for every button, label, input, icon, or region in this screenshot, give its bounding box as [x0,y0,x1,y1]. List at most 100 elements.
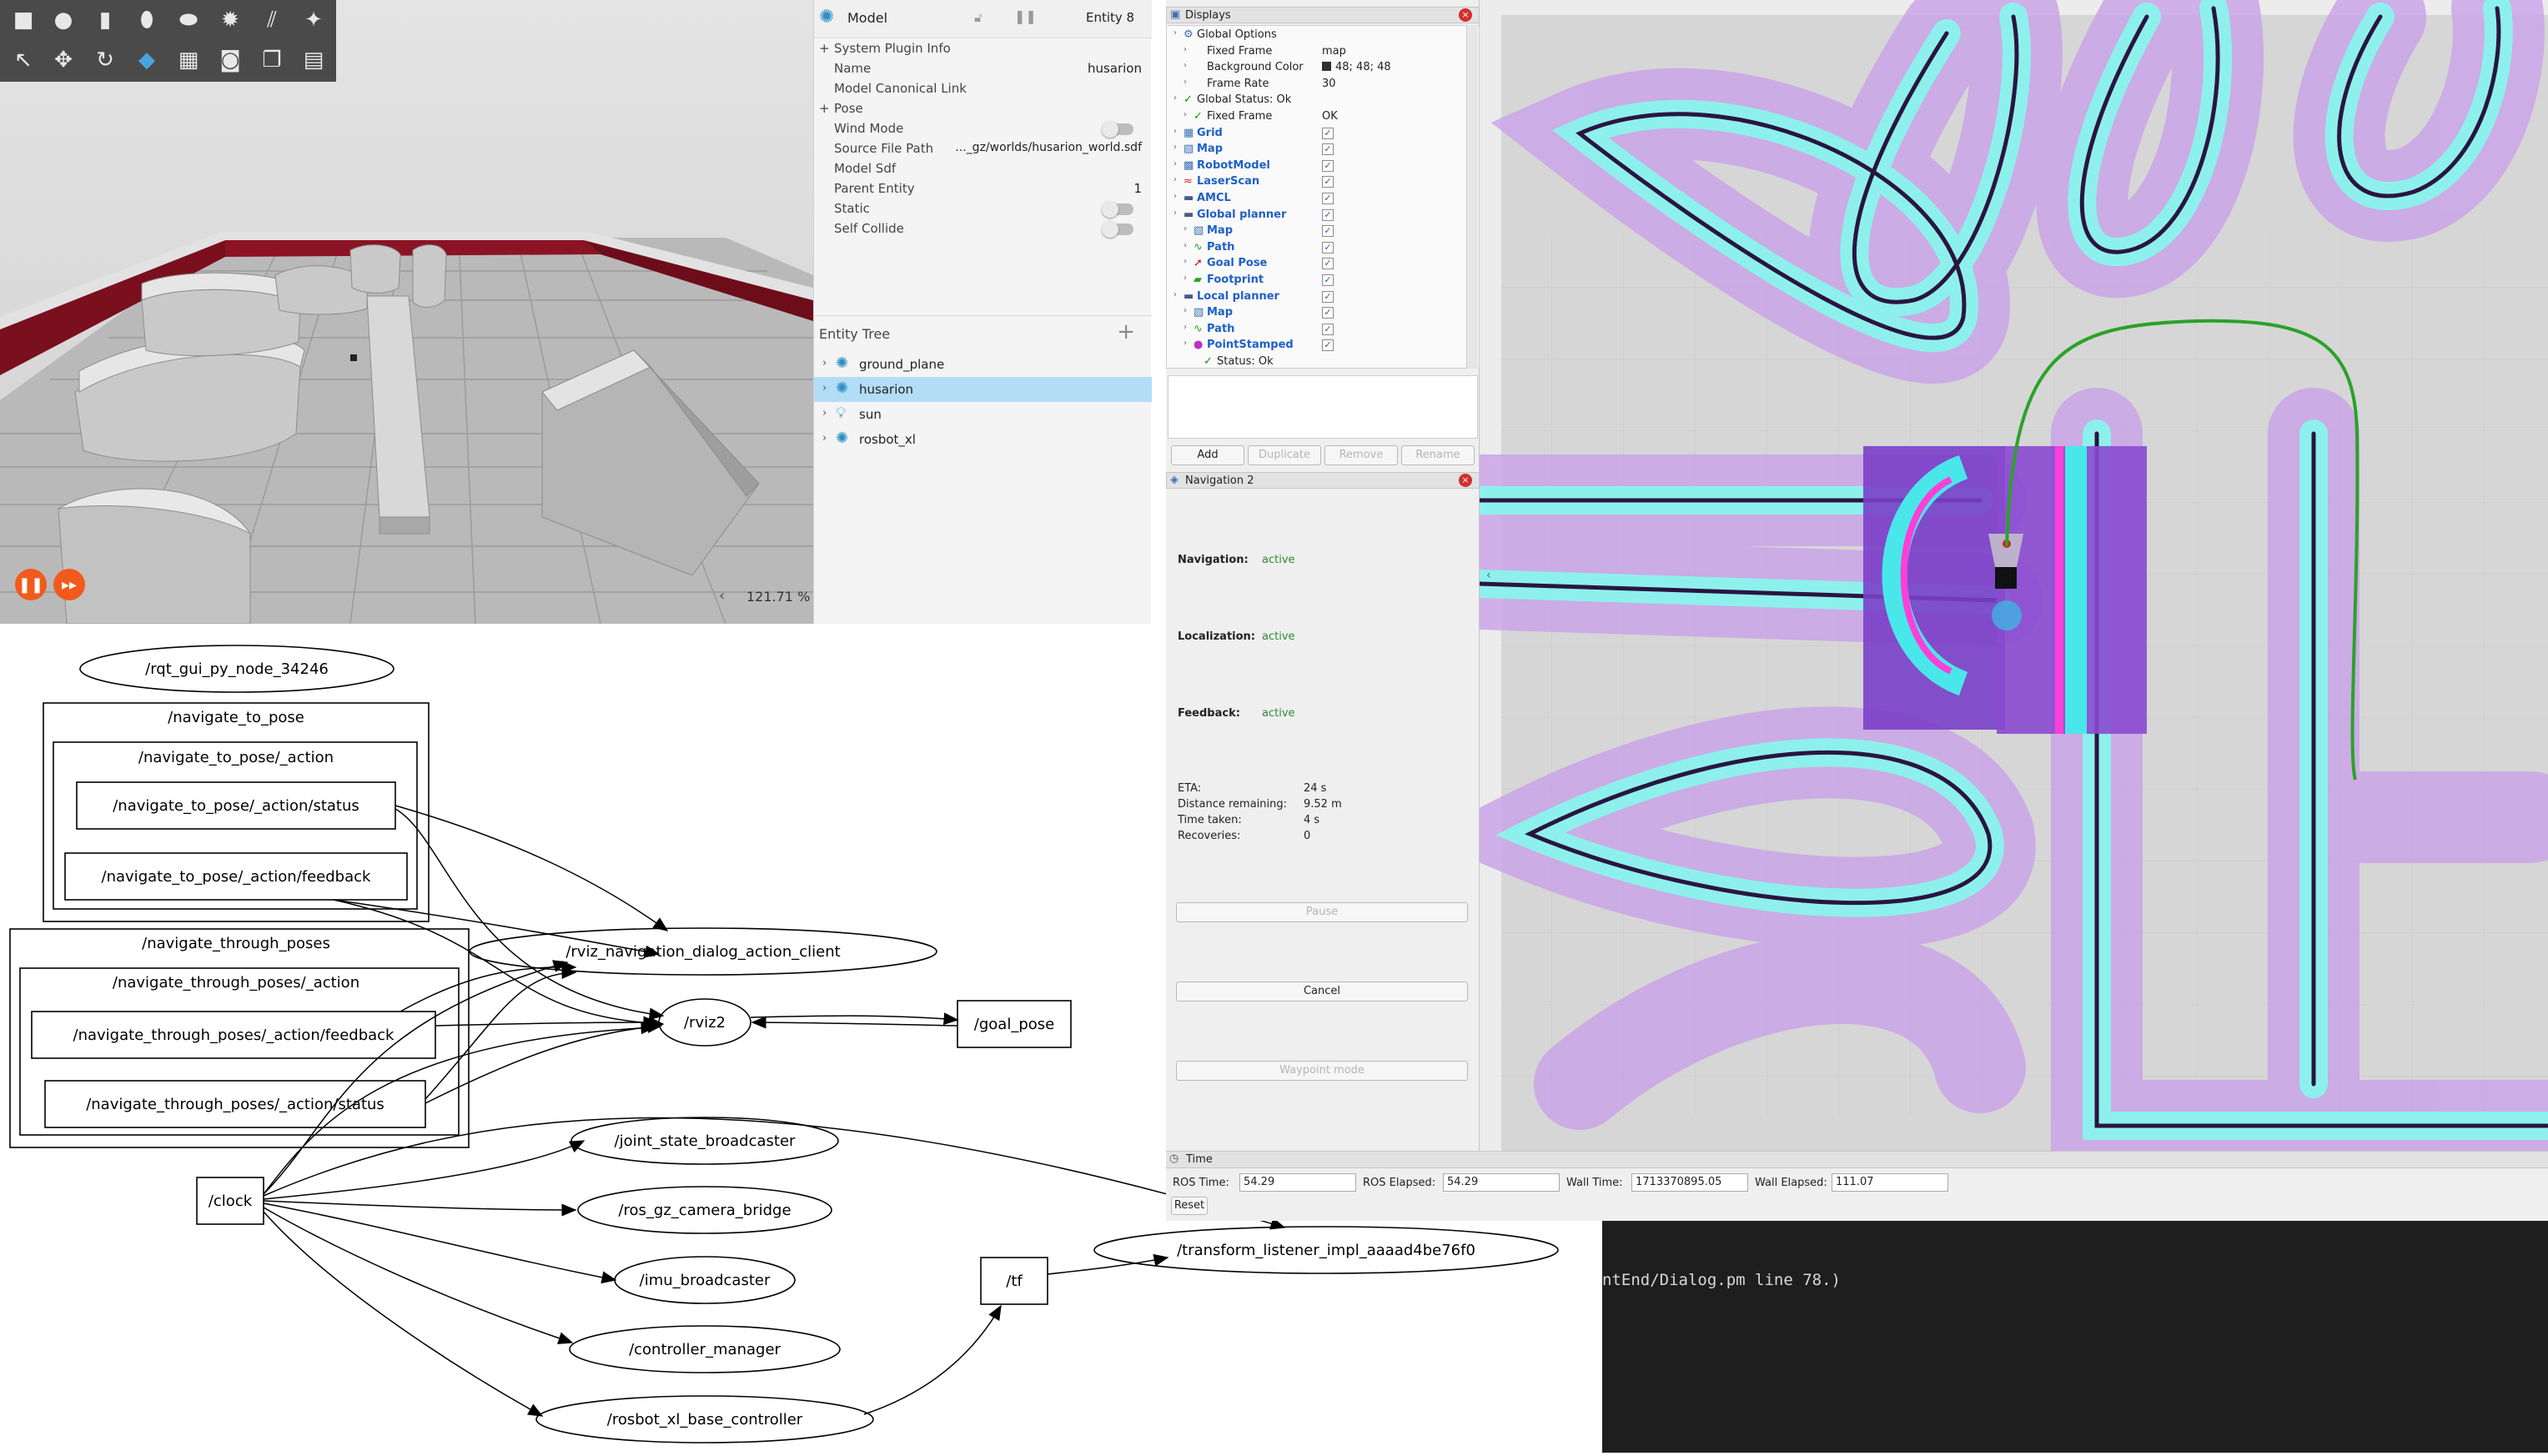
topic-clock[interactable]: /clock [209,1192,253,1210]
pause-icon[interactable]: ❚❚ [1014,8,1037,24]
ellipsoid-icon[interactable]: ⬬ [172,3,205,37]
duplicate-display-button[interactable]: Duplicate [1248,445,1321,465]
display-enable-checkbox[interactable]: ✓ [1322,258,1334,270]
displays-scrollbar[interactable] [1466,25,1478,369]
chevron-right-icon[interactable]: › [1173,175,1177,184]
topic-ntp-status[interactable]: /navigate_to_pose/_action/status [113,797,359,815]
display-value[interactable]: 30 [1322,78,1336,90]
display-value[interactable]: OK [1322,110,1338,123]
display-value[interactable]: 48; 48; 48 [1322,61,1391,73]
display-row[interactable]: › Background Color 48; 48; 48 [1167,60,1467,76]
display-row[interactable]: › ▧ Map ✓ [1167,223,1467,239]
copy-icon[interactable]: ❐ [255,43,289,77]
display-enable-checkbox[interactable]: ✓ [1322,127,1334,139]
chevron-right-icon[interactable]: › [822,432,827,444]
light-icon[interactable]: ✹ [214,3,247,37]
display-row[interactable]: › Fixed Frame map [1167,44,1467,60]
node-joint-state[interactable]: /joint_state_broadcaster [615,1132,796,1150]
ros-elapsed-field[interactable]: 54.29 [1443,1173,1560,1192]
step-button[interactable]: ▸▸ [53,569,85,600]
screenshot-icon[interactable]: ◙ [214,43,247,77]
chevron-right-icon[interactable]: › [1173,143,1177,152]
node-imu[interactable]: /imu_broadcaster [640,1272,771,1289]
waypoint-mode-button[interactable]: Waypoint mode [1176,1061,1468,1081]
translate-icon[interactable]: ✥ [47,43,80,77]
display-enable-checkbox[interactable]: ✓ [1322,274,1334,286]
topic-nthp-feedback[interactable]: /navigate_through_poses/_action/feedback [73,1027,395,1044]
chevron-right-icon[interactable]: › [1173,159,1177,168]
add-entity-icon[interactable]: + [1117,319,1135,344]
display-row[interactable]: ✓ Status: Ok [1167,354,1467,368]
tree-item-rosbot-xl[interactable]: › ✺ rosbot_xl [814,427,1152,452]
tree-item-husarion[interactable]: › ✺ husarion [814,377,1152,402]
chevron-right-icon[interactable]: › [822,357,827,369]
chevron-right-icon[interactable]: › [1173,28,1177,38]
pose-section[interactable]: + Pose [814,98,1152,118]
chevron-right-icon[interactable]: › [1184,339,1187,348]
display-enable-checkbox[interactable]: ✓ [1322,323,1334,335]
select-icon[interactable]: ↖ [7,43,40,77]
chevron-right-icon[interactable]: › [822,407,827,419]
rotate-icon[interactable]: ↻ [88,43,122,77]
gazebo-3d-view[interactable]: ■ ● ▮ ⬮ ⬬ ✹ ⫽ ✦ ↖ ✥ ↻ ◆ ▦ ◙ ❐ ▤ ❚❚ ▸▸ ‹ … [0,0,813,624]
chevron-right-icon[interactable]: › [822,382,827,394]
ros-time-field[interactable]: 54.29 [1239,1173,1356,1192]
tree-item-ground-plane[interactable]: › ✺ ground_plane [814,352,1152,377]
node-base-controller[interactable]: /rosbot_xl_base_controller [607,1411,803,1428]
display-row[interactable]: › ▧ Map ✓ [1167,305,1467,321]
system-plugin-info[interactable]: + System Plugin Info [814,38,1152,58]
chevron-right-icon[interactable]: › [1173,192,1177,201]
pause-navigation-button[interactable]: Pause [1176,902,1468,922]
sphere-icon[interactable]: ● [47,3,80,37]
spotlight-icon[interactable]: ✦ [297,3,330,37]
chevron-right-icon[interactable]: › [1184,110,1187,119]
display-row[interactable]: › ✓ Fixed Frame OK [1167,109,1467,125]
display-row[interactable]: › ➚ Goal Pose ✓ [1167,256,1467,272]
collapse-panel-icon[interactable]: ‹ [1486,569,1491,582]
node-rviz-nav-client[interactable]: /rviz_navigation_dialog_action_client [565,943,840,961]
display-enable-checkbox[interactable]: ✓ [1322,241,1334,254]
directional-light-icon[interactable]: ⫽ [255,3,289,37]
chevron-left-icon[interactable]: ‹ [719,587,725,605]
reset-time-button[interactable]: Reset [1171,1197,1208,1215]
display-row[interactable]: › ∿ Path ✓ [1167,322,1467,338]
display-value[interactable]: map [1322,45,1346,58]
display-enable-checkbox[interactable]: ✓ [1322,339,1334,352]
grid-icon[interactable]: ▦ [172,43,205,77]
tree-item-sun[interactable]: › 💡︎ sun [814,402,1152,427]
display-row[interactable]: › ▬ Global planner ✓ [1167,208,1467,223]
chevron-right-icon[interactable]: › [1173,127,1177,136]
display-row[interactable]: › ▧ Map ✓ [1167,142,1467,158]
chevron-right-icon[interactable]: › [1184,45,1187,54]
color-swatch[interactable] [1322,62,1331,72]
display-enable-checkbox[interactable]: ✓ [1322,290,1334,303]
chevron-right-icon[interactable]: › [1173,290,1177,299]
chevron-right-icon[interactable]: › [1184,78,1187,87]
node-rqt-gui[interactable]: /rqt_gui_py_node_34246 [145,660,329,678]
lock-icon[interactable]: 🔓︎ [974,10,983,25]
display-row[interactable]: › ≈ LaserScan ✓ [1167,174,1467,190]
capsule-icon[interactable]: ⬮ [130,3,163,37]
topic-goal-pose[interactable]: /goal_pose [974,1016,1054,1033]
node-tf-listener[interactable]: /transform_listener_impl_aaaad4be76f0 [1177,1242,1475,1259]
node-controller-manager[interactable]: /controller_manager [629,1341,781,1358]
display-enable-checkbox[interactable]: ✓ [1322,208,1334,221]
display-row[interactable]: › Frame Rate 30 [1167,77,1467,93]
chevron-right-icon[interactable]: › [1184,306,1187,315]
display-row[interactable]: › ▦ Grid ✓ [1167,126,1467,142]
rviz-3d-view[interactable]: ‹ [1480,0,2548,1151]
snap-icon[interactable]: ◆ [130,43,163,77]
chevron-right-icon[interactable]: › [1184,257,1187,266]
display-row[interactable]: › ▬ AMCL ✓ [1167,191,1467,207]
display-row[interactable]: › ▬ Local planner ✓ [1167,289,1467,305]
box-icon[interactable]: ■ [7,3,40,37]
display-row[interactable]: › ✓ Global Status: Ok [1167,93,1467,108]
node-rviz2[interactable]: /rviz2 [684,1014,726,1032]
node-camera-bridge[interactable]: /ros_gz_camera_bridge [618,1202,791,1219]
close-icon[interactable]: × [1459,8,1472,22]
paste-icon[interactable]: ▤ [297,43,330,77]
display-enable-checkbox[interactable]: ✓ [1322,193,1334,204]
display-row[interactable]: › ● PointStamped ✓ [1167,338,1467,354]
display-row[interactable]: › ⚙ Global Options [1167,28,1467,43]
terminal-window[interactable]: ntEnd/Dialog.pm line 78.) [1602,1221,2548,1453]
